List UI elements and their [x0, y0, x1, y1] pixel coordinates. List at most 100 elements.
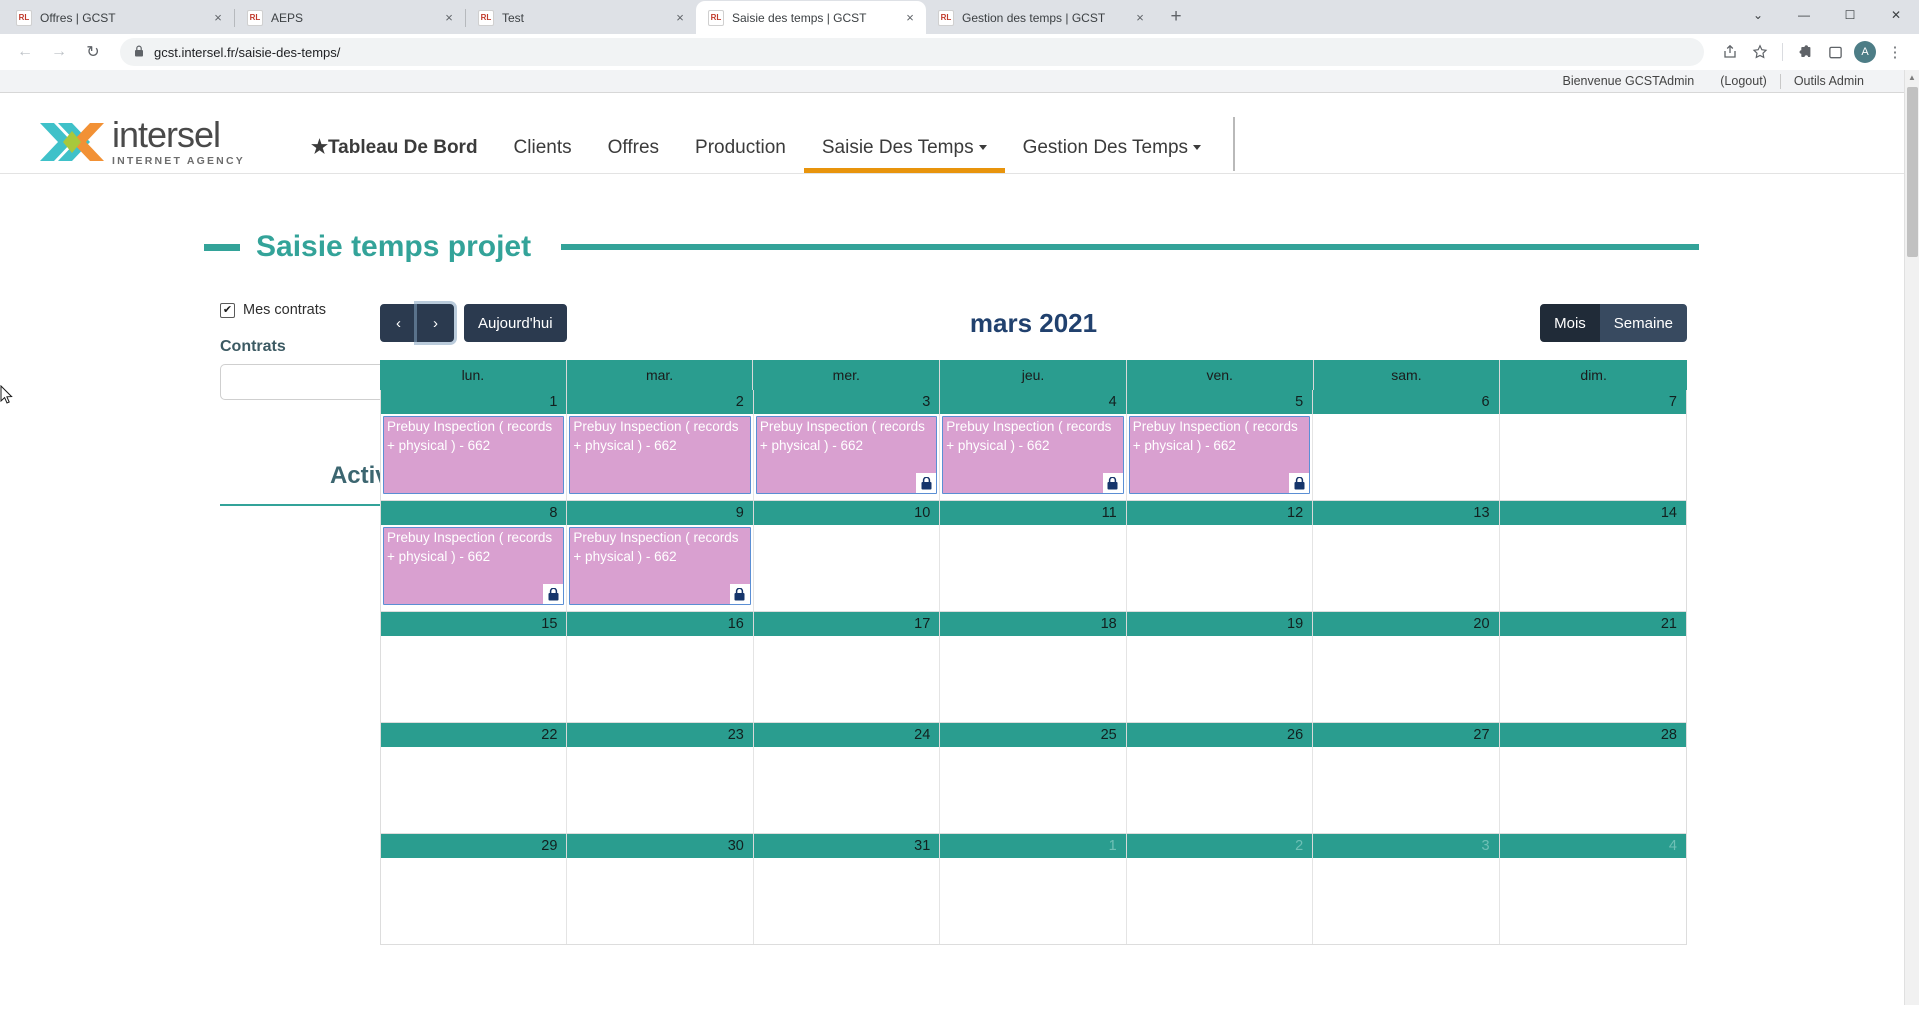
window-close-button[interactable]: ✕ — [1873, 0, 1919, 30]
calendar-date-number[interactable]: 21 — [1500, 612, 1686, 636]
calendar-date-number[interactable]: 27 — [1313, 723, 1500, 747]
calendar-date-number[interactable]: 29 — [381, 834, 568, 858]
calendar-day-cell[interactable] — [1127, 858, 1314, 944]
tab-close-icon[interactable]: × — [441, 10, 457, 26]
calendar-day-cell[interactable] — [1313, 414, 1500, 500]
calendar-date-number[interactable]: 25 — [940, 723, 1127, 747]
calendar-date-number[interactable]: 4 — [1500, 834, 1686, 858]
calendar-date-number[interactable]: 31 — [754, 834, 941, 858]
calendar-day-cell[interactable] — [1313, 525, 1500, 611]
calendar-date-number[interactable]: 16 — [567, 612, 754, 636]
calendar-date-number[interactable]: 24 — [754, 723, 941, 747]
calendar-event[interactable]: Prebuy Inspection ( records + physical )… — [383, 527, 565, 605]
tab-search-button[interactable]: ⌄ — [1735, 0, 1781, 30]
admin-tools-link[interactable]: Outils Admin — [1781, 74, 1877, 88]
calendar-prev-button[interactable]: ‹ — [380, 304, 417, 342]
nav-item-2[interactable]: Offres — [590, 137, 677, 173]
calendar-date-number[interactable]: 6 — [1313, 390, 1500, 414]
calendar-day-cell[interactable] — [1500, 747, 1686, 833]
address-bar[interactable]: gcst.intersel.fr/saisie-des-temps/ — [120, 38, 1704, 66]
calendar-day-cell[interactable] — [940, 747, 1127, 833]
calendar-day-cell[interactable] — [754, 525, 941, 611]
page-scrollbar[interactable]: ▲ — [1904, 70, 1919, 1005]
calendar-date-number[interactable]: 20 — [1313, 612, 1500, 636]
calendar-day-cell[interactable] — [754, 858, 941, 944]
calendar-day-cell[interactable] — [1127, 747, 1314, 833]
calendar-day-cell[interactable] — [1313, 747, 1500, 833]
browser-tab[interactable]: RL Test × — [466, 1, 696, 34]
extensions-puzzle-icon[interactable] — [1791, 38, 1819, 66]
calendar-day-cell[interactable] — [940, 858, 1127, 944]
calendar-event[interactable]: Prebuy Inspection ( records + physical )… — [1128, 416, 1311, 494]
calendar-day-cell[interactable] — [1127, 636, 1314, 722]
calendar-date-number[interactable]: 11 — [940, 501, 1127, 525]
calendar-day-cell[interactable] — [567, 747, 754, 833]
browser-tab[interactable]: RL Gestion des temps | GCST × — [926, 1, 1156, 34]
calendar-date-number[interactable]: 18 — [940, 612, 1127, 636]
calendar-date-number[interactable]: 8 — [381, 501, 568, 525]
calendar-day-cell[interactable] — [1313, 636, 1500, 722]
calendar-date-number[interactable]: 17 — [754, 612, 941, 636]
calendar-day-cell[interactable] — [567, 858, 754, 944]
tab-close-icon[interactable]: × — [1132, 10, 1148, 26]
calendar-day-cell[interactable] — [1500, 414, 1686, 500]
nav-item-0[interactable]: ★Tableau De Bord — [293, 136, 496, 173]
forward-icon[interactable]: → — [44, 37, 74, 67]
calendar-today-button[interactable]: Aujourd'hui — [464, 304, 567, 342]
calendar-day-cell[interactable]: Prebuy Inspection ( records + physical )… — [940, 414, 1127, 500]
calendar-date-number[interactable]: 4 — [940, 390, 1127, 414]
logout-link[interactable]: (Logout) — [1707, 74, 1780, 88]
logo[interactable]: intersel INTERNET AGENCY — [38, 116, 245, 173]
new-tab-button[interactable]: + — [1162, 3, 1190, 31]
calendar-day-cell[interactable] — [381, 858, 568, 944]
calendar-day-cell[interactable] — [1500, 858, 1686, 944]
calendar-date-number[interactable]: 3 — [754, 390, 941, 414]
calendar-date-number[interactable]: 28 — [1500, 723, 1686, 747]
calendar-day-cell[interactable]: Prebuy Inspection ( records + physical )… — [567, 414, 754, 500]
calendar-day-cell[interactable]: Prebuy Inspection ( records + physical )… — [754, 414, 941, 500]
calendar-date-number[interactable]: 22 — [381, 723, 568, 747]
browser-tab[interactable]: RL AEPS × — [235, 1, 465, 34]
calendar-date-number[interactable]: 5 — [1127, 390, 1314, 414]
window-minimize-button[interactable]: — — [1781, 0, 1827, 30]
calendar-date-number[interactable]: 19 — [1127, 612, 1314, 636]
sidepanel-icon[interactable] — [1821, 38, 1849, 66]
browser-tab[interactable]: RL Saisie des temps | GCST × — [696, 1, 926, 34]
tab-close-icon[interactable]: × — [902, 10, 918, 26]
calendar-date-number[interactable]: 26 — [1127, 723, 1314, 747]
calendar-day-cell[interactable] — [1500, 636, 1686, 722]
calendar-date-number[interactable]: 10 — [754, 501, 941, 525]
calendar-day-cell[interactable] — [754, 747, 941, 833]
my-contracts-row[interactable]: ✔ Mes contrats — [220, 302, 380, 318]
nav-item-4[interactable]: Saisie Des Temps — [803, 137, 1005, 173]
window-maximize-button[interactable]: ☐ — [1827, 0, 1873, 30]
calendar-day-cell[interactable] — [1127, 525, 1314, 611]
calendar-event[interactable]: Prebuy Inspection ( records + physical )… — [569, 527, 751, 605]
calendar-day-cell[interactable] — [940, 636, 1127, 722]
calendar-event[interactable]: Prebuy Inspection ( records + physical )… — [755, 416, 938, 494]
back-icon[interactable]: ← — [10, 37, 40, 67]
calendar-day-cell[interactable]: Prebuy Inspection ( records + physical )… — [381, 414, 568, 500]
avatar[interactable]: A — [1851, 38, 1879, 66]
calendar-date-number[interactable]: 2 — [1127, 834, 1314, 858]
calendar-date-number[interactable]: 1 — [940, 834, 1127, 858]
calendar-date-number[interactable]: 2 — [567, 390, 754, 414]
my-contracts-checkbox[interactable]: ✔ — [220, 302, 235, 318]
tab-close-icon[interactable]: × — [672, 10, 688, 26]
calendar-day-cell[interactable]: Prebuy Inspection ( records + physical )… — [1127, 414, 1314, 500]
calendar-view-month-button[interactable]: Mois — [1540, 304, 1600, 342]
calendar-day-cell[interactable] — [754, 636, 941, 722]
calendar-date-number[interactable]: 14 — [1500, 501, 1686, 525]
calendar-date-number[interactable]: 15 — [381, 612, 568, 636]
calendar-date-number[interactable]: 23 — [567, 723, 754, 747]
nav-item-5[interactable]: Gestion Des Temps — [1005, 137, 1219, 173]
calendar-event[interactable]: Prebuy Inspection ( records + physical )… — [383, 416, 565, 494]
calendar-date-number[interactable]: 1 — [381, 390, 568, 414]
calendar-event[interactable]: Prebuy Inspection ( records + physical )… — [942, 416, 1124, 494]
chrome-menu-icon[interactable]: ⋮ — [1881, 38, 1909, 66]
calendar-day-cell[interactable] — [940, 525, 1127, 611]
calendar-day-cell[interactable] — [1313, 858, 1500, 944]
share-icon[interactable] — [1716, 38, 1744, 66]
calendar-date-number[interactable]: 7 — [1500, 390, 1686, 414]
nav-item-1[interactable]: Clients — [496, 137, 590, 173]
